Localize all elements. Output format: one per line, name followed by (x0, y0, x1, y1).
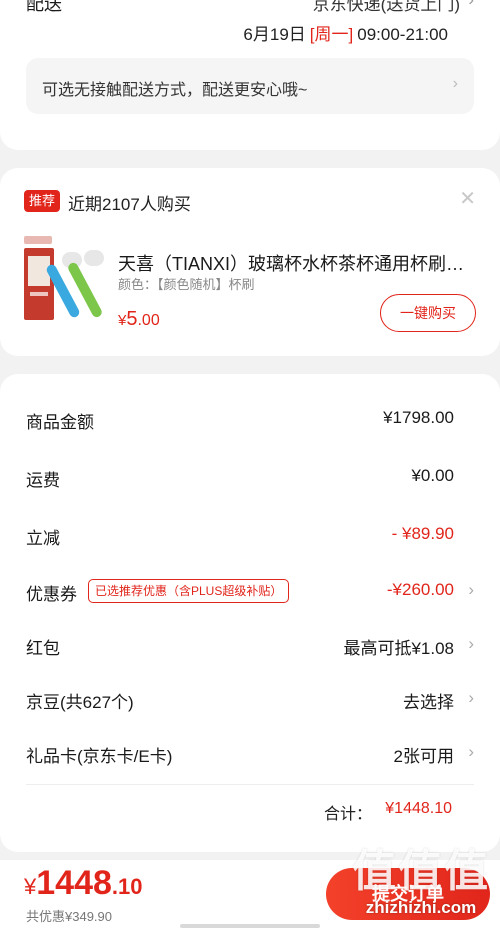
recommend-card: 推荐 近期2107人购买 ✕ 天喜（TIANXI）玻璃杯水杯茶杯通用杯刷… 颜色… (0, 168, 500, 356)
product-box-image (24, 248, 54, 320)
total-value: ¥1448.10 (385, 800, 452, 817)
checkout-page: 配送 京东快递(送货上门) › 6月19日[周一]09:00-21:00 可选无… (0, 0, 500, 928)
shipping-value: ¥0.00 (411, 466, 454, 485)
redpacket-row[interactable]: 红包 最高可抵¥1.08 › (0, 626, 500, 666)
price-integer: 1448 (36, 864, 112, 902)
price-integer: 5 (126, 308, 138, 330)
shipping-row: 运费 ¥0.00 (0, 458, 500, 498)
delivery-card[interactable]: 配送 京东快递(送货上门) › 6月19日[周一]09:00-21:00 可选无… (0, 0, 500, 150)
home-indicator[interactable] (180, 924, 320, 928)
product-thumbnail[interactable] (24, 234, 110, 326)
chevron-right-icon: › (468, 742, 474, 761)
product-name[interactable]: 天喜（TIANXI）玻璃杯水杯茶杯通用杯刷… (118, 250, 472, 276)
product-price: ¥5.00 (118, 308, 160, 331)
amount-card: 商品金额 ¥1798.00 运费 ¥0.00 立减 - ¥89.90 优惠券 已… (0, 374, 500, 852)
discount-label: 立减 (26, 529, 60, 548)
jingdou-row[interactable]: 京豆(共627个) 去选择 › (0, 680, 500, 720)
delivery-window: 09:00-21:00 (357, 25, 448, 44)
submit-order-button[interactable]: 提交订单 (326, 868, 490, 920)
chevron-right-icon: › (468, 0, 474, 10)
redpacket-label: 红包 (26, 639, 60, 658)
total-label: 合计： (323, 806, 372, 823)
recommend-title: 近期2107人购买 (68, 195, 191, 214)
goods-amount-row: 商品金额 ¥1798.00 (0, 400, 500, 440)
divider (26, 784, 474, 785)
jingdou-value: 去选择 (403, 693, 454, 712)
delivery-weekday: [周一] (309, 25, 354, 44)
bottom-bar: ¥1448.10 共优惠¥349.90 提交订单 (0, 860, 500, 928)
coupon-value: -¥260.00 (386, 580, 454, 599)
goods-amount-label: 商品金额 (26, 413, 94, 432)
chevron-right-icon: › (452, 75, 458, 92)
one-click-buy-button[interactable]: 一键购买 (380, 294, 476, 332)
coupon-tag: 已选推荐优惠（含PLUS超级补贴） (88, 579, 290, 603)
close-icon[interactable]: ✕ (459, 186, 476, 211)
final-price: ¥1448.10 (24, 864, 142, 903)
product-spec: 颜色：【颜色随机】杯刷 (118, 277, 255, 292)
price-decimal: .10 (111, 874, 143, 899)
delivery-date: 6月19日 (243, 25, 306, 44)
brush-head (84, 250, 104, 266)
delivery-label: 配送 (26, 0, 62, 14)
jingdou-label: 京豆(共627个) (26, 693, 134, 712)
contactless-option[interactable]: 可选无接触配送方式，配送更安心哦~ › (26, 58, 474, 114)
discount-value: - ¥89.90 (391, 524, 454, 543)
brand-strip (24, 236, 52, 244)
price-decimal: .00 (137, 312, 160, 329)
giftcard-value: 2张可用 (393, 747, 454, 766)
contactless-text: 可选无接触配送方式，配送更安心哦~ (42, 82, 308, 99)
total-saved: 共优惠¥349.90 (26, 909, 112, 924)
coupon-row[interactable]: 优惠券 已选推荐优惠（含PLUS超级补贴） -¥260.00 › (0, 572, 500, 612)
goods-amount-value: ¥1798.00 (383, 408, 454, 427)
giftcard-label: 礼品卡(京东卡/E卡) (26, 747, 173, 766)
recommend-badge: 推荐 (24, 190, 61, 212)
chevron-right-icon: › (468, 634, 474, 653)
delivery-carrier: 京东快递(送货上门) (312, 0, 460, 14)
chevron-right-icon: › (468, 688, 474, 707)
redpacket-value: 最高可抵¥1.08 (343, 639, 454, 658)
shipping-label: 运费 (26, 471, 60, 490)
giftcard-row[interactable]: 礼品卡(京东卡/E卡) 2张可用 › (0, 734, 500, 774)
price-currency: ¥ (24, 874, 37, 899)
coupon-label: 优惠券 (26, 585, 77, 604)
delivery-time: 6月19日 [周一] 09:00-21:00 (243, 20, 448, 45)
discount-row: 立减 - ¥89.90 (0, 516, 500, 556)
chevron-right-icon: › (468, 580, 474, 599)
